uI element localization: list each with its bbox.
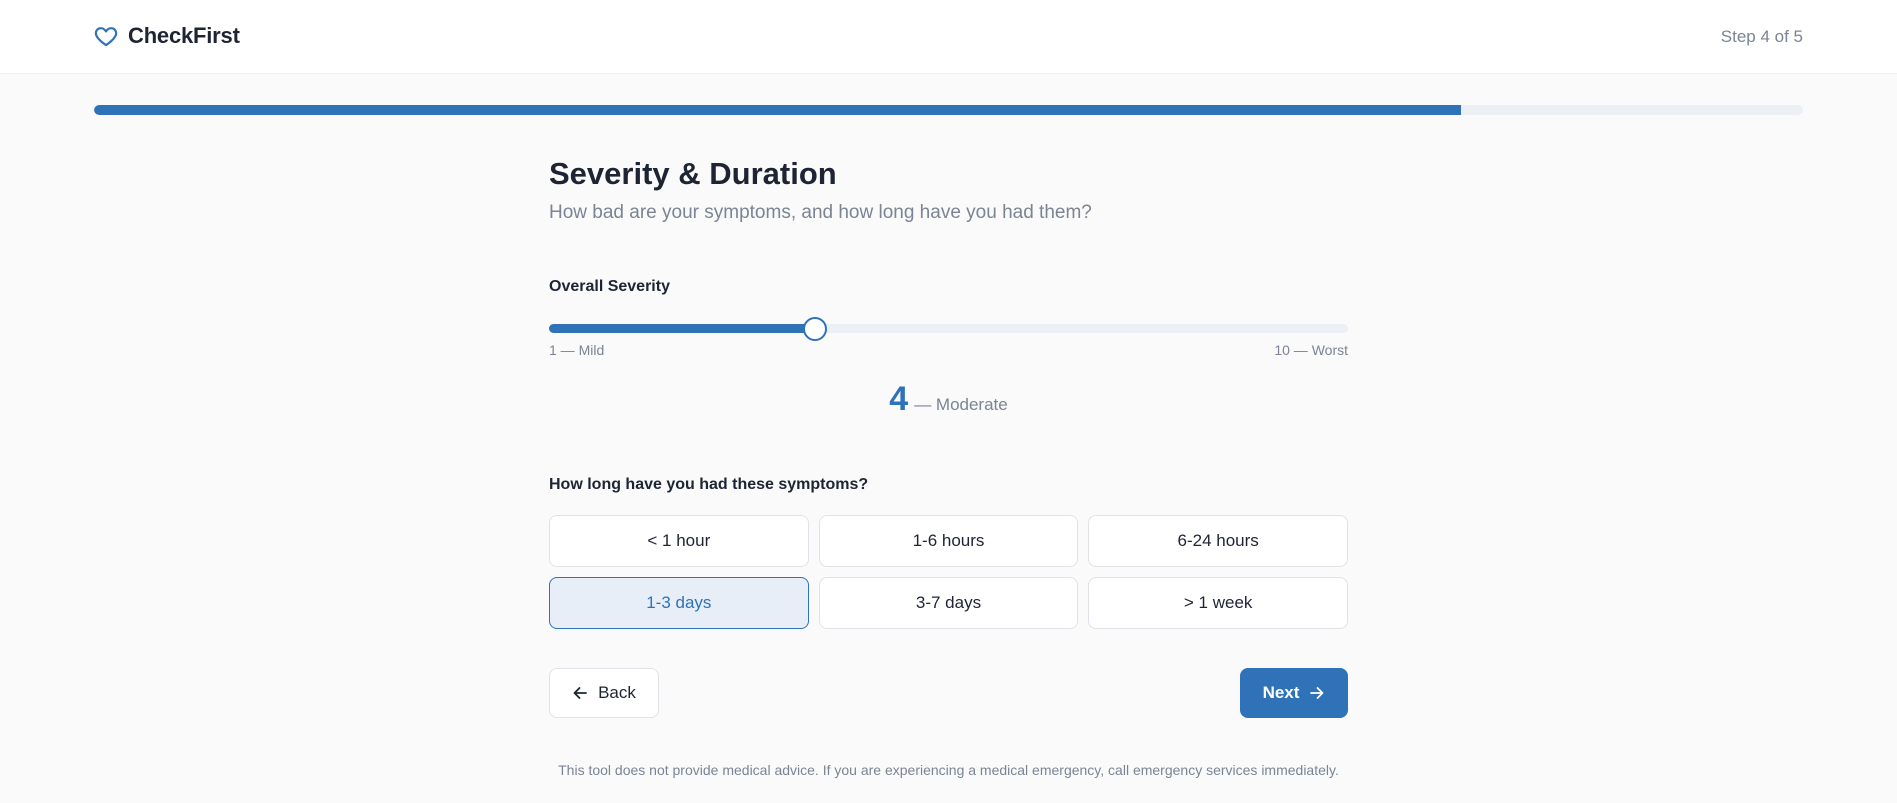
duration-option-selected[interactable]: 1-3 days xyxy=(549,577,809,629)
severity-min-label: 1 — Mild xyxy=(549,342,605,358)
main-content: Severity & Duration How bad are your sym… xyxy=(549,154,1348,718)
duration-label: How long have you had these symptoms? xyxy=(549,476,869,493)
duration-option[interactable]: 3-7 days xyxy=(818,577,1079,629)
severity-label: Overall Severity xyxy=(549,278,670,295)
severity-value: 4 xyxy=(889,380,909,418)
progress-bar xyxy=(94,105,1803,115)
next-button-label: Next xyxy=(1262,683,1300,702)
heart-icon xyxy=(94,24,118,48)
duration-option[interactable]: < 1 hour xyxy=(549,515,809,567)
page-title: Severity & Duration xyxy=(549,156,837,191)
arrow-right-icon xyxy=(1309,685,1325,701)
next-button[interactable]: Next xyxy=(1240,668,1348,718)
severity-slider-fill xyxy=(549,324,816,333)
duration-option[interactable]: > 1 week xyxy=(1088,577,1348,629)
page-subtitle: How bad are your symptoms, and how long … xyxy=(549,202,1092,223)
arrow-left-icon xyxy=(572,685,588,701)
disclaimer-text: This tool does not provide medical advic… xyxy=(558,762,1339,778)
brand-logo[interactable]: CheckFirst xyxy=(94,23,240,49)
duration-options: < 1 hour 1-6 hours 6-24 hours 1-3 days 3… xyxy=(549,515,1348,629)
severity-max-label: 10 — Worst xyxy=(1274,342,1348,358)
severity-slider[interactable] xyxy=(549,316,1348,341)
severity-value-desc: — Moderate xyxy=(914,395,1008,414)
step-indicator: Step 4 of 5 xyxy=(1720,27,1803,46)
app-header: CheckFirst Step 4 of 5 xyxy=(0,0,1897,74)
severity-slider-thumb[interactable] xyxy=(803,317,828,341)
duration-option[interactable]: 1-6 hours xyxy=(818,515,1079,567)
back-button[interactable]: Back xyxy=(549,668,659,718)
severity-value-display: 4 — Moderate xyxy=(549,380,1348,419)
progress-bar-fill xyxy=(94,105,1462,115)
duration-option[interactable]: 6-24 hours xyxy=(1088,515,1348,567)
brand-name: CheckFirst xyxy=(128,23,240,48)
back-button-label: Back xyxy=(598,683,636,702)
